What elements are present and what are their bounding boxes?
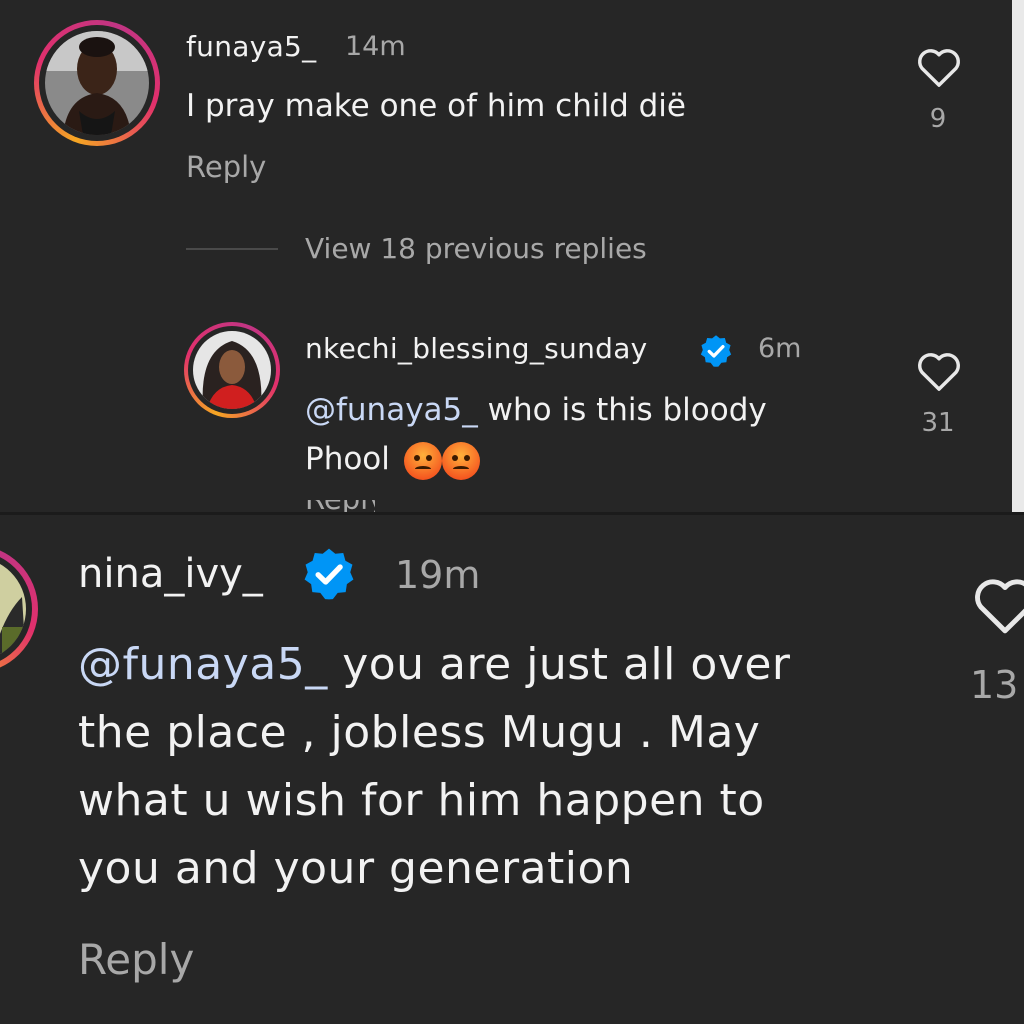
comment-text: @funaya5_ you are just all over the plac… — [78, 631, 791, 903]
view-previous-replies-link[interactable]: View 18 previous replies — [305, 232, 647, 265]
comment-line2: the place , jobless Mugu . May — [78, 707, 761, 758]
reply-timestamp: 6m — [758, 333, 802, 364]
comments-panel-top: funaya5_ 14m I pray make one of him chil… — [0, 0, 1010, 512]
comment-line4: you and your generation — [78, 843, 634, 894]
reply-button-cut[interactable]: Reply — [305, 500, 375, 512]
reply-text-line1: who is this bloody — [477, 392, 767, 428]
avatar-nkechi[interactable] — [184, 322, 280, 418]
avatar-photo — [45, 31, 149, 135]
comment-timestamp: 14m — [345, 31, 406, 62]
reply-text-line2: Phool — [305, 441, 390, 477]
heart-outline-icon[interactable] — [972, 575, 1024, 635]
divider-line — [186, 248, 278, 250]
avatar-funaya5[interactable] — [34, 20, 160, 146]
like-count: 13 — [970, 663, 1019, 707]
avatar-nina-ivy[interactable] — [0, 545, 38, 673]
verified-badge-icon — [700, 335, 732, 367]
heart-outline-icon[interactable] — [916, 350, 962, 392]
screen-edge — [1012, 0, 1024, 512]
comment-line3: what u wish for him happen to — [78, 775, 765, 826]
like-count: 9 — [929, 104, 947, 134]
heart-outline-icon[interactable] — [916, 46, 962, 88]
comment-timestamp: 19m — [395, 553, 481, 597]
angry-face-emoji — [403, 441, 442, 480]
reply-button[interactable]: Reply — [186, 150, 266, 184]
reply-username[interactable]: nkechi_blessing_sunday — [305, 332, 648, 365]
verified-badge-icon — [304, 548, 354, 600]
avatar-photo — [193, 331, 271, 409]
mention-link[interactable]: @funaya5_ — [78, 639, 328, 690]
comments-panel-zoomed: nina_ivy_ 19m @funaya5_ you are just all… — [0, 515, 1024, 1024]
like-count: 31 — [921, 408, 955, 438]
comment-text: I pray make one of him child dië — [186, 88, 686, 124]
comment-username[interactable]: nina_ivy_ — [78, 551, 263, 597]
angry-face-emoji — [441, 441, 480, 480]
mention-link[interactable]: @funaya5_ — [305, 392, 478, 428]
reply-button[interactable]: Reply — [78, 935, 194, 984]
comment-line1: you are just all over — [327, 639, 791, 690]
reply-text: @funaya5_ who is this bloody Phool — [305, 386, 767, 484]
comment-username[interactable]: funaya5_ — [186, 30, 316, 63]
